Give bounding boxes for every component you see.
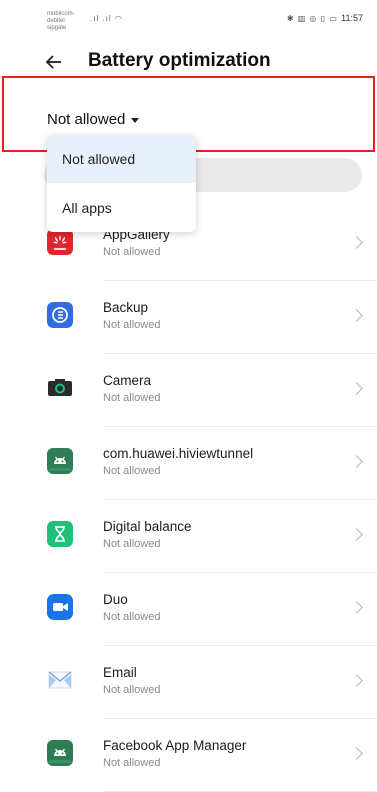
filter-dropdown[interactable]: Not allowed — [47, 107, 140, 131]
chevron-right-icon — [350, 455, 363, 468]
page-title: Battery optimization — [88, 50, 271, 71]
hourglass-icon — [47, 521, 73, 547]
app-status: Not allowed — [103, 538, 161, 550]
app-name: Email — [103, 665, 137, 680]
app-row[interactable]: Facebook App Manager Not allowed — [0, 719, 377, 792]
chevron-right-icon — [350, 747, 363, 760]
status-bar: mobilcom-debitel sipgate ⁠.ıl ⁠.ıl ⁠◠ ✱ … — [0, 0, 377, 36]
header: Battery optimization — [0, 44, 377, 80]
app-name: Backup — [103, 300, 149, 315]
chevron-right-icon — [350, 601, 363, 614]
arrow-left-icon[interactable] — [44, 52, 64, 72]
app-name: Digital balance — [103, 519, 192, 534]
chevron-right-icon — [350, 382, 363, 395]
app-row[interactable]: Backup Not allowed — [0, 281, 377, 354]
dropdown-menu: Not allowed All apps — [47, 135, 196, 232]
app-status: Not allowed — [103, 319, 161, 331]
dropdown-option-label: Not allowed — [62, 151, 136, 167]
app-row[interactable]: Duo Not allowed — [0, 573, 377, 646]
app-row[interactable]: Email Not allowed — [0, 646, 377, 719]
clock: 11:57 — [341, 13, 363, 23]
dropdown-option-not-allowed[interactable]: Not allowed — [47, 135, 196, 183]
chevron-right-icon — [350, 674, 363, 687]
signal-icon: ⁠.ıl ⁠.ıl ⁠◠ — [90, 14, 123, 23]
huawei-appgallery-icon — [47, 229, 73, 255]
caret-down-icon — [131, 117, 140, 123]
video-camera-icon — [47, 594, 73, 620]
app-name: Camera — [103, 373, 152, 388]
backup-icon — [47, 302, 73, 328]
carrier-name: mobilcom-debitel — [47, 11, 75, 24]
dropdown-option-label: All apps — [62, 200, 112, 216]
app-name: com.huawei.hiviewtunnel — [103, 446, 254, 461]
android-icon — [47, 448, 73, 474]
chevron-right-icon — [350, 309, 363, 322]
status-indicator-icons: ✱ ▥ ◎ ▯ ▭ — [286, 14, 338, 23]
app-status: Not allowed — [103, 757, 161, 769]
camera-icon — [47, 375, 73, 401]
carrier-sub: sipgate — [47, 25, 67, 31]
app-status: Not allowed — [103, 246, 161, 258]
status-icons: ✱ ▥ ◎ ▯ ▭ 11:57 — [287, 13, 363, 23]
app-name: Facebook App Manager — [103, 738, 247, 753]
app-status: Not allowed — [103, 611, 161, 623]
app-name: Duo — [103, 592, 128, 607]
app-status: Not allowed — [103, 684, 161, 696]
carrier-label: mobilcom-debitel sipgate — [47, 11, 87, 32]
app-status: Not allowed — [103, 392, 161, 404]
envelope-icon — [47, 667, 73, 693]
app-row[interactable]: Camera Not allowed — [0, 354, 377, 427]
android-icon — [47, 740, 73, 766]
app-row[interactable]: Digital balance Not allowed — [0, 500, 377, 573]
chevron-right-icon — [350, 528, 363, 541]
filter-label: Not allowed — [47, 110, 126, 128]
app-row[interactable]: com.huawei.hiviewtunnel Not allowed — [0, 427, 377, 500]
dropdown-option-all-apps[interactable]: All apps — [47, 184, 196, 232]
app-status: Not allowed — [103, 465, 161, 477]
chevron-right-icon — [350, 236, 363, 249]
